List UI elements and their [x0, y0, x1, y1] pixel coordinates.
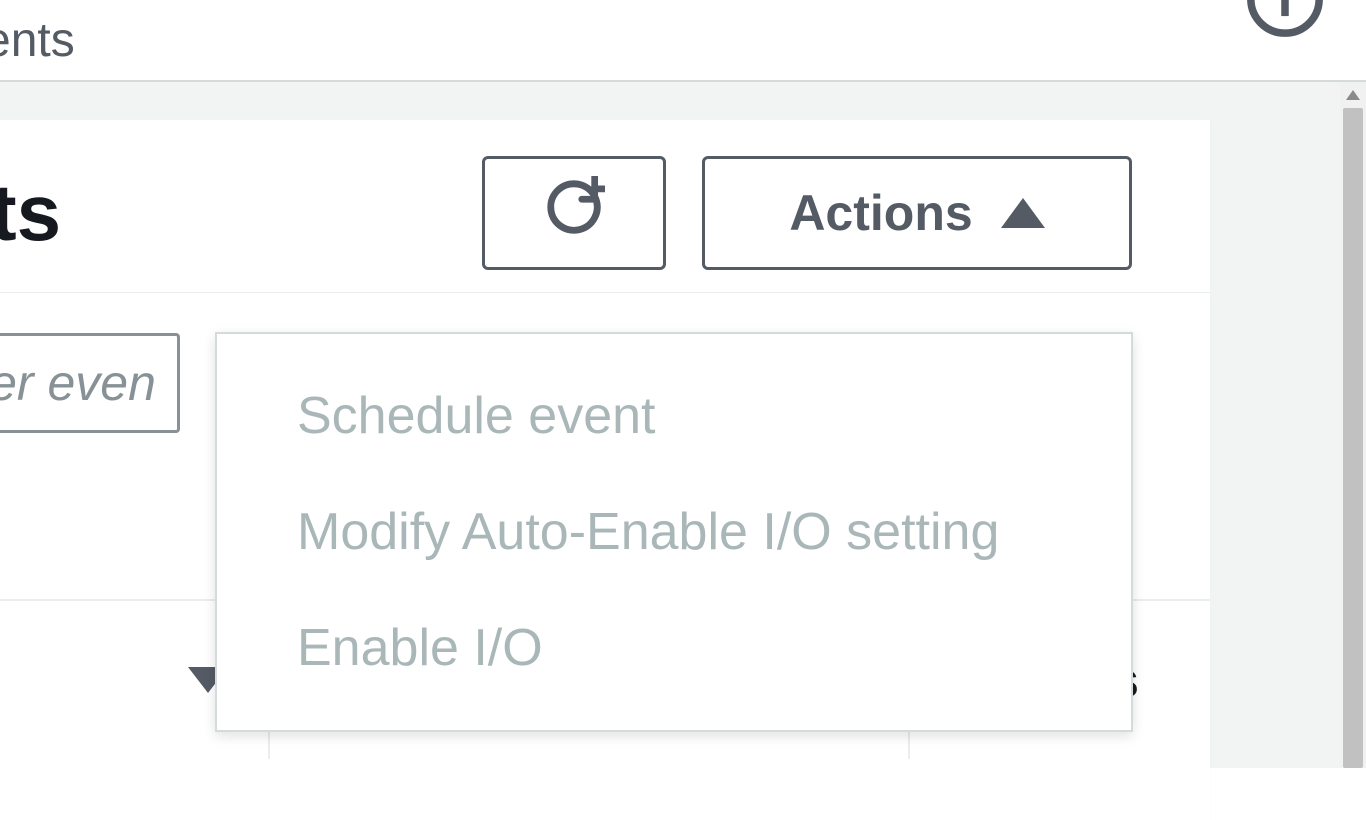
page-title: ts	[0, 167, 61, 259]
menu-item-schedule-event[interactable]: Schedule event	[217, 358, 1131, 474]
refresh-icon	[543, 176, 605, 250]
caret-up-icon	[1001, 198, 1045, 228]
vertical-scrollbar[interactable]	[1340, 82, 1366, 768]
actions-dropdown: Schedule event Modify Auto-Enable I/O se…	[215, 332, 1133, 732]
info-icon[interactable]	[1244, 0, 1326, 45]
scrollbar-up-button[interactable]	[1340, 82, 1366, 108]
refresh-button[interactable]	[482, 156, 666, 270]
menu-item-modify-auto-enable-io[interactable]: Modify Auto-Enable I/O setting	[217, 474, 1131, 590]
panel-header: ts Actions	[0, 120, 1210, 293]
breadcrumb-bar: vents	[0, 0, 1366, 82]
breadcrumb-current[interactable]: vents	[0, 13, 75, 68]
menu-item-enable-io[interactable]: Enable I/O	[217, 590, 1131, 706]
actions-button-label: Actions	[789, 184, 972, 242]
content-area: ts Actions e	[0, 82, 1366, 768]
scrollbar-thumb[interactable]	[1343, 108, 1363, 768]
actions-button[interactable]: Actions	[702, 156, 1132, 270]
filter-events-input[interactable]	[0, 333, 180, 433]
